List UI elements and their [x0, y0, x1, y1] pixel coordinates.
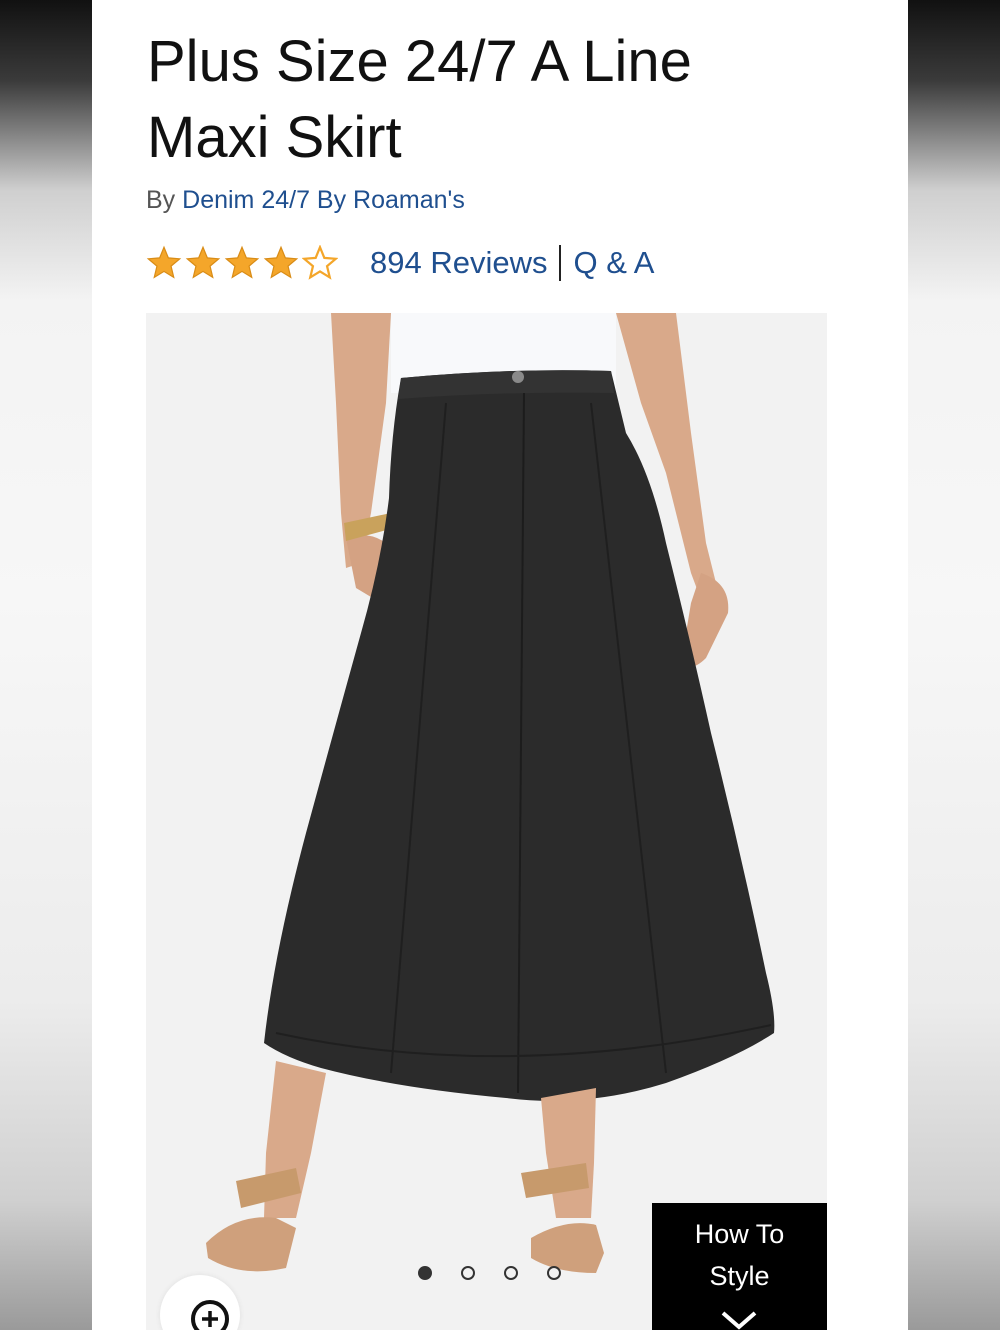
star-icon	[302, 245, 338, 280]
divider	[559, 245, 562, 281]
product-page: Plus Size 24/7 A Line Maxi Skirt By Deni…	[92, 0, 908, 1330]
brand-line: By Denim 24/7 By Roaman's	[146, 186, 465, 215]
chevron-down-icon	[721, 1311, 757, 1330]
brand-link[interactable]: Denim 24/7 By Roaman's	[182, 186, 465, 214]
by-prefix: By	[146, 186, 176, 214]
carousel-dot[interactable]	[461, 1266, 475, 1280]
carousel-dot[interactable]	[547, 1266, 561, 1280]
carousel-dot[interactable]	[504, 1266, 518, 1280]
star-icon	[146, 245, 182, 279]
reviews-link[interactable]: 894 Reviews	[370, 245, 547, 281]
how-to-style-line1: How To	[694, 1219, 785, 1249]
star-rating[interactable]	[146, 245, 338, 281]
product-gallery[interactable]	[146, 313, 827, 1330]
carousel-dot[interactable]	[418, 1266, 432, 1280]
rating-row: 894 Reviews Q & A	[146, 240, 654, 286]
qa-link[interactable]: Q & A	[573, 245, 654, 281]
star-icon	[185, 245, 221, 279]
how-to-style-line2: Style	[709, 1261, 770, 1291]
how-to-style-button[interactable]: How To Style	[652, 1203, 827, 1330]
product-title: Plus Size 24/7 A Line Maxi Skirt	[147, 29, 692, 170]
star-icon	[263, 245, 299, 279]
how-to-style-label: How To Style	[652, 1213, 827, 1297]
product-image[interactable]	[146, 313, 827, 1330]
star-icon	[224, 245, 260, 279]
zoom-in-icon	[191, 1300, 229, 1330]
carousel-dots	[418, 1266, 561, 1280]
